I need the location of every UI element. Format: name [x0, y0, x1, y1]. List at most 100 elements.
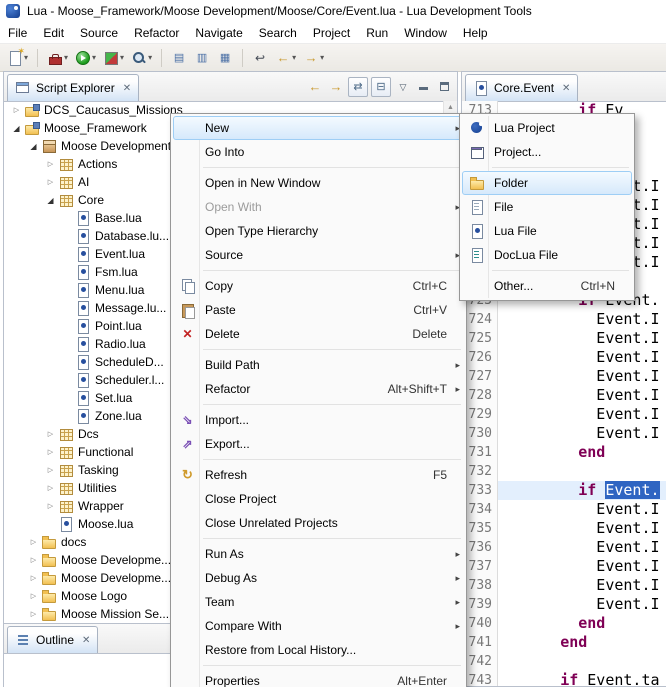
menu-item-folder[interactable]: Folder — [462, 171, 632, 195]
dropdown-caret-icon[interactable]: ▾ — [148, 53, 152, 62]
menu-item-close-project[interactable]: Close Project — [173, 487, 464, 511]
dropdown-caret-icon[interactable]: ▾ — [92, 53, 96, 62]
tab-script-explorer[interactable]: Script Explorer ✕ — [7, 74, 139, 101]
code-line-734[interactable]: Event.I — [498, 500, 666, 519]
last-edit-location-button[interactable]: ↩ — [249, 47, 271, 69]
close-icon[interactable]: ✕ — [82, 635, 90, 646]
menu-source[interactable]: Source — [72, 23, 126, 43]
menu-item-run-as[interactable]: Run As▸ — [173, 542, 464, 566]
tree-collapsed-arrow-icon[interactable]: ▷ — [43, 448, 58, 456]
tree-expanded-arrow-icon[interactable]: ◢ — [26, 142, 41, 151]
menu-item-delete[interactable]: ✕DeleteDelete — [173, 322, 464, 346]
tree-collapsed-arrow-icon[interactable]: ▷ — [9, 106, 24, 114]
menu-item-refactor[interactable]: RefactorAlt+Shift+T▸ — [173, 377, 464, 401]
view-menu-button[interactable]: ▽ — [394, 78, 412, 96]
menu-project[interactable]: Project — [305, 23, 358, 43]
menu-item-open-with[interactable]: Open With▸ — [173, 195, 464, 219]
forward-arrow-button[interactable]: → — [327, 78, 345, 96]
search-button[interactable]: ▾ — [128, 47, 155, 69]
link-with-editor-button[interactable]: ⇄ — [348, 77, 368, 97]
code-line-725[interactable]: Event.I — [498, 329, 666, 348]
code-line-742[interactable] — [498, 652, 666, 671]
menu-item-import[interactable]: ⇘Import... — [173, 408, 464, 432]
code-line-741[interactable]: end — [498, 633, 666, 652]
menu-item-open-type-hierarchy[interactable]: Open Type Hierarchy — [173, 219, 464, 243]
code-line-743[interactable]: if Event.ta — [498, 671, 666, 686]
tree-collapsed-arrow-icon[interactable]: ▷ — [26, 592, 41, 600]
dropdown-caret-icon[interactable]: ▾ — [292, 53, 296, 62]
code-line-737[interactable]: Event.I — [498, 557, 666, 576]
dropdown-caret-icon[interactable]: ▾ — [120, 53, 124, 62]
code-line-736[interactable]: Event.I — [498, 538, 666, 557]
toggle-view-1-button[interactable]: ▤ — [168, 47, 190, 69]
forward-history-button[interactable]: →▾ — [300, 47, 327, 69]
menu-item-copy[interactable]: CopyCtrl+C — [173, 274, 464, 298]
tree-collapsed-arrow-icon[interactable]: ▷ — [43, 484, 58, 492]
menu-item-paste[interactable]: PasteCtrl+V — [173, 298, 464, 322]
menu-file[interactable]: File — [0, 23, 35, 43]
tree-expanded-arrow-icon[interactable]: ◢ — [9, 124, 24, 133]
tab-core-event[interactable]: Core.Event ✕ — [465, 74, 578, 101]
coverage-button[interactable]: ▾ — [100, 47, 127, 69]
menu-item-team[interactable]: Team▸ — [173, 590, 464, 614]
menu-refactor[interactable]: Refactor — [126, 23, 187, 43]
minimize-button[interactable] — [415, 78, 433, 96]
menu-item-lua-file[interactable]: Lua File — [462, 219, 632, 243]
tree-collapsed-arrow-icon[interactable]: ▷ — [43, 466, 58, 474]
code-line-730[interactable]: Event.I — [498, 424, 666, 443]
menu-edit[interactable]: Edit — [35, 23, 72, 43]
menu-item-open-in-new-window[interactable]: Open in New Window — [173, 171, 464, 195]
close-icon[interactable]: ✕ — [562, 83, 570, 94]
tree-collapsed-arrow-icon[interactable]: ▷ — [43, 430, 58, 438]
back-history-button[interactable]: ←▾ — [272, 47, 299, 69]
tree-collapsed-arrow-icon[interactable]: ▷ — [26, 538, 41, 546]
tree-collapsed-arrow-icon[interactable]: ▷ — [43, 178, 58, 186]
menu-item-go-into[interactable]: Go Into — [173, 140, 464, 164]
menu-item-compare-with[interactable]: Compare With▸ — [173, 614, 464, 638]
tree-collapsed-arrow-icon[interactable]: ▷ — [43, 502, 58, 510]
run-button[interactable]: ▾ — [72, 47, 99, 69]
menu-search[interactable]: Search — [251, 23, 305, 43]
close-icon[interactable]: ✕ — [123, 83, 131, 94]
menu-item-restore-from-local-history[interactable]: Restore from Local History... — [173, 638, 464, 662]
code-line-724[interactable]: Event.I — [498, 310, 666, 329]
tree-collapsed-arrow-icon[interactable]: ▷ — [43, 160, 58, 168]
maximize-button[interactable] — [436, 78, 454, 96]
tab-outline[interactable]: Outline ✕ — [7, 626, 98, 653]
tree-collapsed-arrow-icon[interactable]: ▷ — [26, 556, 41, 564]
code-line-728[interactable]: Event.I — [498, 386, 666, 405]
code-line-729[interactable]: Event.I — [498, 405, 666, 424]
menu-window[interactable]: Window — [396, 23, 455, 43]
code-line-735[interactable]: Event.I — [498, 519, 666, 538]
tree-collapsed-arrow-icon[interactable]: ▷ — [26, 610, 41, 618]
menu-item-new[interactable]: New▸ — [173, 116, 464, 140]
menu-run[interactable]: Run — [358, 23, 396, 43]
code-line-731[interactable]: end — [498, 443, 666, 462]
menu-item-debug-as[interactable]: Debug As▸ — [173, 566, 464, 590]
menu-item-refresh[interactable]: ↻RefreshF5 — [173, 463, 464, 487]
toggle-view-3-button[interactable]: ▦ — [214, 47, 236, 69]
menu-item-properties[interactable]: PropertiesAlt+Enter — [173, 669, 464, 687]
code-line-726[interactable]: Event.I — [498, 348, 666, 367]
external-tools-button[interactable]: ▾ — [44, 47, 71, 69]
menu-item-project[interactable]: Project... — [462, 140, 632, 164]
menu-navigate[interactable]: Navigate — [187, 23, 250, 43]
menu-item-build-path[interactable]: Build Path▸ — [173, 353, 464, 377]
tree-expanded-arrow-icon[interactable]: ◢ — [43, 196, 58, 205]
back-arrow-button[interactable]: ← — [306, 78, 324, 96]
menu-item-lua-project[interactable]: Lua Project — [462, 116, 632, 140]
dropdown-caret-icon[interactable]: ▾ — [320, 53, 324, 62]
collapse-all-button[interactable]: ⊟ — [371, 77, 391, 97]
code-line-732[interactable] — [498, 462, 666, 481]
code-line-727[interactable]: Event.I — [498, 367, 666, 386]
code-line-740[interactable]: end — [498, 614, 666, 633]
code-line-739[interactable]: Event.I — [498, 595, 666, 614]
new-wizard-button[interactable]: ▾ — [4, 47, 31, 69]
menu-item-source[interactable]: Source▸ — [173, 243, 464, 267]
menu-help[interactable]: Help — [455, 23, 496, 43]
toggle-view-2-button[interactable]: ▥ — [191, 47, 213, 69]
menu-item-close-unrelated-projects[interactable]: Close Unrelated Projects — [173, 511, 464, 535]
menu-item-file[interactable]: File — [462, 195, 632, 219]
code-line-733[interactable]: if Event. — [498, 481, 666, 500]
menu-item-doclua-file[interactable]: DocLua File — [462, 243, 632, 267]
